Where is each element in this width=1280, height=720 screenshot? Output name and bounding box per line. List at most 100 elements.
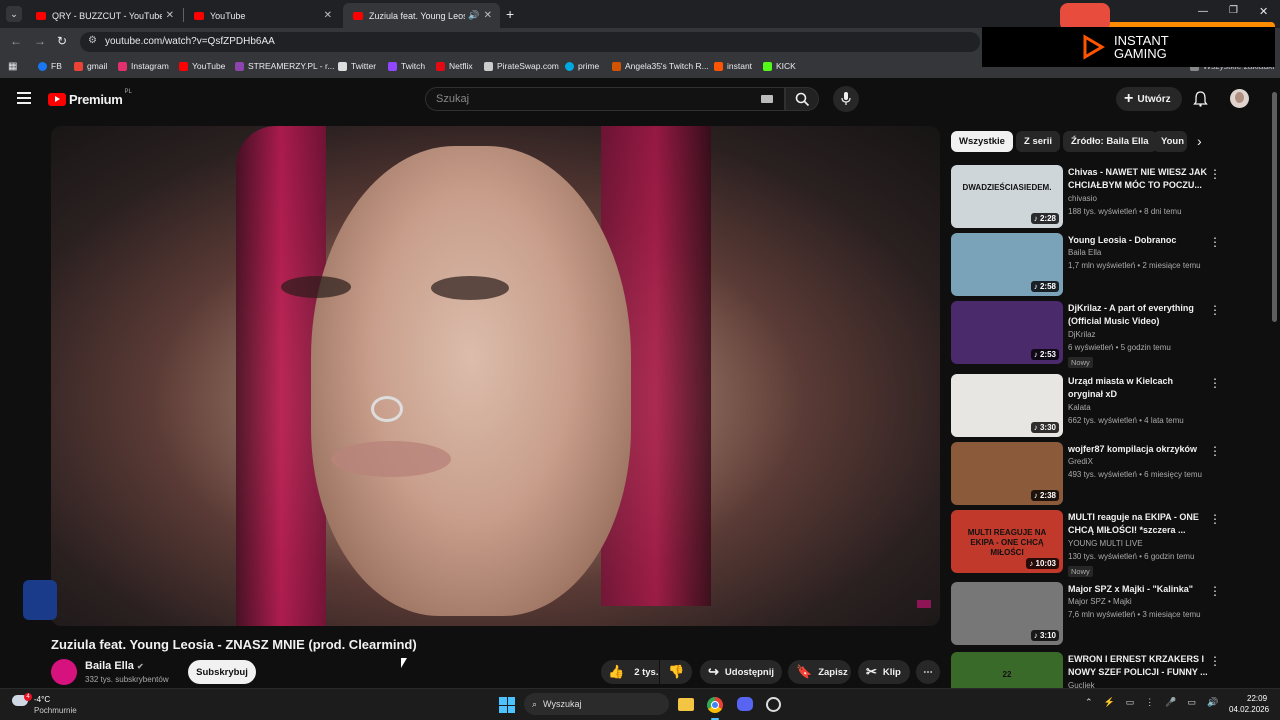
video-player[interactable] xyxy=(51,126,940,626)
video-thumbnail[interactable]: ♪ 3:30 xyxy=(951,374,1063,437)
recommendation-channel[interactable]: chivasio xyxy=(1068,194,1097,203)
chips-next-chevron-icon[interactable]: › xyxy=(1197,133,1202,149)
tab-youtube[interactable]: YouTube ✕ xyxy=(184,3,340,28)
more-vertical-icon[interactable]: ⋮ xyxy=(1209,512,1221,526)
apps-grid-icon[interactable]: ▦ xyxy=(8,61,17,72)
channel-name[interactable]: Baila Ella ✔ xyxy=(85,660,144,672)
recommendation-item[interactable]: DWADZIEŚCIASIEDEM. ♪ 2:28 Chivas - NAWET N… xyxy=(951,165,1231,231)
bookmark-youtube[interactable]: YouTube xyxy=(179,61,225,71)
minimize-window-button[interactable]: — xyxy=(1198,6,1208,17)
forward-arrow-icon[interactable]: → xyxy=(34,34,46,48)
bookmark-angela35[interactable]: Angela35's Twitch R... xyxy=(612,61,709,71)
recommendation-channel[interactable]: GrediX xyxy=(1068,457,1093,466)
site-info-icon[interactable]: ⚙ xyxy=(88,35,97,46)
notifications-bell-icon[interactable] xyxy=(1193,91,1208,107)
account-avatar[interactable] xyxy=(1230,89,1249,108)
maximize-window-button[interactable]: ❐ xyxy=(1229,5,1238,16)
bookmark-twitter[interactable]: Twitter xyxy=(338,61,376,71)
recommendation-title[interactable]: Urząd miasta w Kielcach oryginał xD xyxy=(1068,375,1208,401)
chip-all[interactable]: Wszystkie xyxy=(951,131,1013,152)
close-window-button[interactable]: ✕ xyxy=(1259,5,1268,18)
more-vertical-icon[interactable]: ⋮ xyxy=(1209,235,1221,249)
close-tab-icon[interactable]: ✕ xyxy=(324,10,332,21)
search-input[interactable]: Szukaj xyxy=(425,87,785,111)
bookmark-kick[interactable]: KICK xyxy=(763,61,796,71)
recommendation-title[interactable]: MULTI reaguje na EKIPA - ONE CHCĄ MIŁOŚC… xyxy=(1068,511,1208,537)
more-vertical-icon[interactable]: ⋮ xyxy=(1209,444,1221,458)
more-vertical-icon[interactable]: ⋮ xyxy=(1209,376,1221,390)
close-tab-icon[interactable]: ✕ xyxy=(484,10,492,21)
more-actions-button[interactable]: ⋯ xyxy=(916,660,940,684)
recommendation-title[interactable]: wojfer87 kompilacja okrzyków xyxy=(1068,443,1208,456)
share-button[interactable]: ↪ Udostępnij xyxy=(700,660,782,684)
system-tray[interactable]: ⌃⚡▭⋮🎤▭🔊 xyxy=(1085,697,1229,708)
chip-young[interactable]: Youn xyxy=(1153,131,1187,152)
save-button[interactable]: 🔖 Zapisz xyxy=(788,660,851,684)
hamburger-menu-icon[interactable] xyxy=(17,92,31,104)
address-bar[interactable]: ⚙ youtube.com/watch?v=QsfZPDHb6AA xyxy=(80,32,980,52)
recommendation-channel[interactable]: Kalata xyxy=(1068,403,1091,412)
voice-search-button[interactable] xyxy=(833,86,859,112)
more-vertical-icon[interactable]: ⋮ xyxy=(1209,167,1221,181)
video-thumbnail[interactable]: ♪ 2:53 xyxy=(951,301,1063,364)
recommendation-channel[interactable]: Baila Ella xyxy=(1068,248,1101,257)
file-explorer-icon[interactable] xyxy=(678,698,694,711)
windows-start-icon[interactable] xyxy=(499,697,515,713)
recommendation-title[interactable]: Chivas - NAWET NIE WIESZ JAK CHCIAŁBYM M… xyxy=(1068,166,1208,192)
taskbar-search-input[interactable]: ⌕ Wyszukaj xyxy=(524,693,669,715)
tab-qry-buzzcut[interactable]: QRY - BUZZCUT - YouTube ✕ xyxy=(26,3,182,28)
chip-from-channel[interactable]: Źródło: Baila Ella xyxy=(1063,131,1157,152)
keyboard-icon[interactable] xyxy=(761,95,773,103)
tab-zuziula-active[interactable]: Zuziula feat. Young Leosia 🔊 ✕ xyxy=(343,3,500,28)
steam-icon[interactable] xyxy=(766,697,781,712)
bookmark-pirateswap[interactable]: PirateSwap.com xyxy=(484,61,559,71)
recommendation-channel[interactable]: DjKrilaz xyxy=(1068,330,1096,339)
tab-search-button[interactable]: ⌄ xyxy=(6,6,22,22)
more-vertical-icon[interactable]: ⋮ xyxy=(1209,584,1221,598)
video-thumbnail[interactable]: ♪ 2:38 xyxy=(951,442,1063,505)
youtube-premium-logo[interactable]: Premium PL xyxy=(48,89,132,107)
weather-widget[interactable]: 4 -4°C Pochmurnie xyxy=(10,693,90,717)
audio-playing-icon[interactable]: 🔊 xyxy=(468,10,479,21)
bookmark-instant[interactable]: instant xyxy=(714,61,752,71)
recommendation-title[interactable]: EWRON I ERNEST KRZAKERS I NOWY SZEF POLI… xyxy=(1068,653,1208,679)
search-button[interactable] xyxy=(785,87,819,111)
clip-button[interactable]: ✂ Klip xyxy=(858,660,910,684)
new-tab-button[interactable]: + xyxy=(506,6,514,22)
video-thumbnail[interactable]: ♪ 3:10 xyxy=(951,582,1063,645)
recommendation-item[interactable]: ♪ 3:10 Major SPZ x Majki - "Kalinka" Major… xyxy=(951,582,1231,648)
subscribe-button[interactable]: Subskrybuj xyxy=(188,660,256,684)
more-vertical-icon[interactable]: ⋮ xyxy=(1209,303,1221,317)
reload-icon[interactable]: ↻ xyxy=(57,34,67,48)
like-button[interactable]: 👍 2 tys. xyxy=(601,660,659,684)
video-thumbnail[interactable]: MULTI REAGUJE NA EKIPA - ONE CHCĄ MIŁOŚC… xyxy=(951,510,1063,573)
chip-series[interactable]: Z serii xyxy=(1016,131,1060,152)
dislike-button[interactable]: 👎 xyxy=(660,660,692,684)
video-thumbnail[interactable]: DWADZIEŚCIASIEDEM. ♪ 2:28 xyxy=(951,165,1063,228)
page-scrollbar[interactable] xyxy=(1272,92,1277,322)
video-thumbnail[interactable]: ♪ 2:58 xyxy=(951,233,1063,296)
create-button[interactable]: + Utwórz xyxy=(1116,87,1182,111)
recommendation-item[interactable]: ♪ 2:38 wojfer87 kompilacja okrzyków GrediX… xyxy=(951,442,1231,508)
recommendation-title[interactable]: DjKrilaz - A part of everything (Officia… xyxy=(1068,302,1208,328)
instant-gaming-ad[interactable]: INSTANT GAMING xyxy=(982,27,1275,67)
recommendation-title[interactable]: Major SPZ x Majki - "Kalinka" xyxy=(1068,583,1208,596)
channel-avatar[interactable] xyxy=(51,659,77,685)
recommendation-item[interactable]: ♪ 3:30 Urząd miasta w Kielcach oryginał x… xyxy=(951,374,1231,440)
recommendation-item[interactable]: ♪ 2:53 DjKrilaz - A part of everything (O… xyxy=(951,301,1231,368)
close-tab-icon[interactable]: ✕ xyxy=(166,10,174,21)
chrome-icon[interactable] xyxy=(707,697,723,713)
bookmark-prime[interactable]: prime xyxy=(565,61,599,71)
bookmark-netflix[interactable]: Netflix xyxy=(436,61,473,71)
bookmark-twitch[interactable]: Twitch xyxy=(388,61,425,71)
back-arrow-icon[interactable]: ← xyxy=(10,34,22,48)
recommendation-title[interactable]: Young Leosia - Dobranoc xyxy=(1068,234,1208,247)
recommendation-channel[interactable]: Major SPZ • Majki xyxy=(1068,597,1132,606)
bookmark-gmail[interactable]: gmail xyxy=(74,61,107,71)
recommendation-channel[interactable]: YOUNG MULTI LIVE xyxy=(1068,539,1143,548)
bookmark-fb[interactable]: FB xyxy=(38,61,62,71)
recommendation-item[interactable]: MULTI REAGUJE NA EKIPA - ONE CHCĄ MIŁOŚC… xyxy=(951,510,1231,577)
recommendation-item[interactable]: ♪ 2:58 Young Leosia - Dobranoc Baila Ella 1… xyxy=(951,233,1231,299)
bookmark-instagram[interactable]: Instagram xyxy=(118,61,169,71)
bookmark-streamerzy[interactable]: STREAMERZY.PL - r... xyxy=(235,61,334,71)
